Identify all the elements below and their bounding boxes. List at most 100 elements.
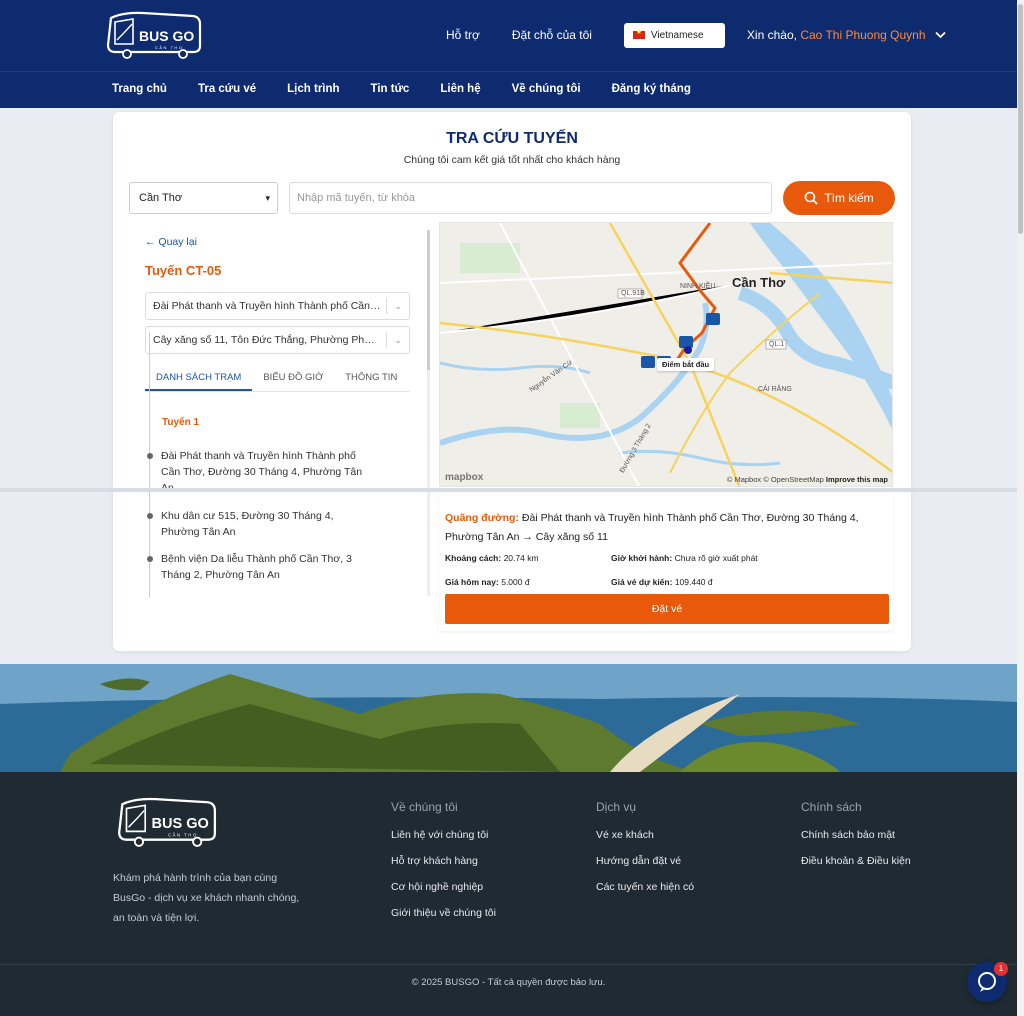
search-button-label: Tìm kiếm bbox=[824, 191, 874, 205]
panel-scrollbar-thumb[interactable] bbox=[427, 230, 430, 370]
split-divider[interactable] bbox=[0, 488, 1017, 492]
map-city-label: Cần Thơ bbox=[732, 275, 786, 290]
to-stop-select[interactable]: Cây xăng số 11, Tôn Đức Thắng, Phường Ph… bbox=[145, 326, 410, 354]
page-scrollbar-thumb[interactable] bbox=[1018, 4, 1023, 234]
footer-link[interactable]: Vé xe khách bbox=[596, 828, 694, 843]
chevron-down-icon: ⌄ bbox=[394, 301, 402, 311]
footer-column-title: Dịch vụ bbox=[596, 800, 637, 814]
my-bookings-link[interactable]: Đặt chỗ của tôi bbox=[512, 22, 592, 48]
footer-services-column: Dịch vụ Vé xe khách Hướng dẫn đặt vé Các… bbox=[596, 800, 694, 906]
footer-link[interactable]: Giới thiệu về chúng tôi bbox=[391, 906, 496, 921]
nav-contact[interactable]: Liên hệ bbox=[440, 83, 480, 95]
nav-monthly-signup[interactable]: Đăng ký tháng bbox=[612, 83, 691, 95]
chat-notification-badge: 1 bbox=[994, 962, 1008, 976]
map-district-label: NINH KIỀU bbox=[680, 283, 716, 290]
footer-about-column: Về chúng tôi Liên hệ với chúng tôi Hỗ tr… bbox=[391, 800, 496, 932]
page-subtitle: Chúng tôi cam kết giá tốt nhất cho khách… bbox=[403, 154, 621, 166]
footer-column-title: Chính sách bbox=[801, 800, 862, 814]
to-stop-value: Cây xăng số 11, Tôn Đức Thắng, Phường Ph… bbox=[153, 334, 381, 346]
nav-ticket-lookup[interactable]: Tra cứu vé bbox=[198, 83, 256, 95]
map-district-label: CÁI RĂNG bbox=[758, 386, 792, 393]
route-map[interactable]: Cần Thơ NINH KIỀU QL.91B QL.1 CÁI RĂNG N… bbox=[439, 222, 893, 487]
departure-value: Chưa rõ giờ xuất phát bbox=[674, 553, 758, 563]
footer-policy-column: Chính sách Chính sách bảo mật Điều khoản… bbox=[801, 800, 911, 880]
stop-dot-icon bbox=[147, 453, 153, 459]
tab-timetable[interactable]: BIỂU ĐỒ GIỜ bbox=[252, 368, 334, 391]
from-stop-select[interactable]: Đài Phát thanh và Truyền hình Thành phố … bbox=[145, 292, 410, 320]
main-navbar: Trang chủ Tra cứu vé Lịch trình Tin tức … bbox=[0, 71, 1017, 108]
stop-list-item[interactable]: Bệnh viện Da liễu Thành phố Cần Thơ, 3 T… bbox=[147, 551, 367, 583]
svg-text:BUS GO: BUS GO bbox=[151, 816, 208, 832]
chevron-down-icon: ▾ bbox=[265, 193, 270, 203]
departure-label: Giờ khởi hành: bbox=[611, 553, 673, 563]
bus-stop-icon bbox=[706, 313, 720, 325]
busgo-logo[interactable]: BUS GO CẦN THƠ bbox=[103, 10, 203, 60]
attribution-text: © Mapbox © OpenStreetMap bbox=[726, 475, 824, 484]
price-estimate-info: Giá vé dự kiến: 109.440 đ bbox=[611, 577, 713, 587]
price-estimate-label: Giá vé dự kiến: bbox=[611, 577, 673, 587]
city-select[interactable]: Cần Thơ ▾ bbox=[129, 182, 278, 214]
departure-info: Giờ khởi hành: Chưa rõ giờ xuất phát bbox=[611, 553, 758, 563]
route-detail-panel: ← Quay lại Tuyến CT-05 Đài Phát thanh và… bbox=[129, 222, 433, 598]
back-link[interactable]: ← Quay lại bbox=[145, 236, 197, 248]
user-menu[interactable]: Xin chào, Cao Thi Phuong Quynh bbox=[747, 22, 946, 48]
page-title: TRA CỨU TUYẾN bbox=[446, 130, 578, 147]
map-road-label: QL.91B bbox=[621, 290, 645, 297]
chevron-down-icon: ⌄ bbox=[394, 335, 402, 345]
chat-bubble-icon bbox=[978, 972, 996, 992]
svg-text:BUS GO: BUS GO bbox=[139, 28, 194, 44]
svg-text:CẦN THƠ: CẦN THƠ bbox=[168, 833, 198, 838]
nav-news[interactable]: Tin tức bbox=[371, 83, 410, 95]
footer-column-title: Về chúng tôi bbox=[391, 800, 458, 814]
tab-station-list[interactable]: DANH SÁCH TRẠM bbox=[145, 368, 253, 391]
footer-link[interactable]: Điều khoản & Điều kiện bbox=[801, 854, 911, 869]
greeting-text: Xin chào, bbox=[746, 28, 797, 42]
city-select-value: Cần Thơ bbox=[139, 192, 183, 204]
panel-scrollbar[interactable] bbox=[427, 230, 430, 596]
line-label: Tuyến 1 bbox=[162, 417, 200, 428]
nav-about[interactable]: Về chúng tôi bbox=[512, 83, 581, 95]
from-stop-value: Đài Phát thanh và Truyền hình Thành phố … bbox=[153, 300, 381, 312]
bus-stop-icon bbox=[641, 356, 655, 368]
vietnam-flag-icon bbox=[632, 28, 645, 39]
start-point-marker bbox=[684, 346, 692, 354]
route-search-input[interactable] bbox=[289, 182, 772, 214]
page-scrollbar[interactable] bbox=[1017, 0, 1024, 1016]
stop-list-item[interactable]: Khu dân cư 515, Đường 30 Tháng 4, Phường… bbox=[147, 508, 367, 540]
nav-home[interactable]: Trang chủ bbox=[112, 83, 167, 95]
tab-info[interactable]: THÔNG TIN bbox=[334, 368, 408, 391]
footer-link[interactable]: Hỗ trợ khách hàng bbox=[391, 854, 496, 869]
svg-text:CẦN THƠ: CẦN THƠ bbox=[155, 45, 184, 50]
copyright: © 2025 BUSGO - Tất cả quyền được bảo lưu… bbox=[411, 977, 606, 988]
footer-link[interactable]: Liên hệ với chúng tôi bbox=[391, 828, 496, 843]
route-name: Tuyến CT-05 bbox=[145, 263, 222, 278]
chevron-down-icon bbox=[935, 31, 946, 39]
map-road-label: QL.1 bbox=[769, 341, 785, 348]
busgo-footer-logo[interactable]: BUS GO CẦN THƠ bbox=[113, 796, 219, 848]
stop-dot-icon bbox=[147, 513, 153, 519]
footer-link[interactable]: Cơ hội nghề nghiệp bbox=[391, 880, 496, 895]
search-button[interactable]: Tìm kiếm bbox=[783, 181, 895, 215]
stop-dot-icon bbox=[147, 556, 153, 562]
map-attribution[interactable]: © Mapbox © OpenStreetMap Improve this ma… bbox=[727, 475, 888, 484]
route-summary: Quãng đường: Đài Phát thanh và Truyền hì… bbox=[439, 496, 893, 631]
distance-label: Khoảng cách: bbox=[445, 553, 502, 563]
landscape-image bbox=[0, 664, 1017, 772]
user-name: Cao Thi Phuong Quynh bbox=[800, 28, 926, 42]
footer-link[interactable]: Hướng dẫn đặt vé bbox=[596, 854, 694, 869]
distance-value: 20.74 km bbox=[503, 553, 539, 563]
nav-schedule[interactable]: Lịch trình bbox=[287, 83, 339, 95]
price-today-label: Giá hôm nay: bbox=[445, 577, 499, 587]
support-link[interactable]: Hỗ trợ bbox=[446, 22, 480, 48]
language-selector[interactable]: Vietnamese bbox=[623, 22, 725, 48]
footer-link[interactable]: Các tuyến xe hiện có bbox=[596, 880, 694, 895]
site-footer: BUS GO CẦN THƠ Khám phá hành trình của b… bbox=[0, 772, 1017, 1016]
stop-name: Khu dân cư 515, Đường 30 Tháng 4, Phường… bbox=[161, 510, 334, 538]
improve-map-link[interactable]: Improve this map bbox=[826, 475, 888, 484]
footer-link[interactable]: Chính sách bảo mật bbox=[801, 828, 911, 843]
footer-description: Khám phá hành trình của bạn cùng BusGo -… bbox=[113, 872, 300, 924]
search-icon bbox=[805, 191, 818, 205]
book-ticket-button[interactable]: Đặt vé bbox=[445, 594, 889, 624]
mapbox-logo[interactable]: mapbox bbox=[445, 472, 483, 483]
landscape-banner bbox=[0, 664, 1017, 772]
